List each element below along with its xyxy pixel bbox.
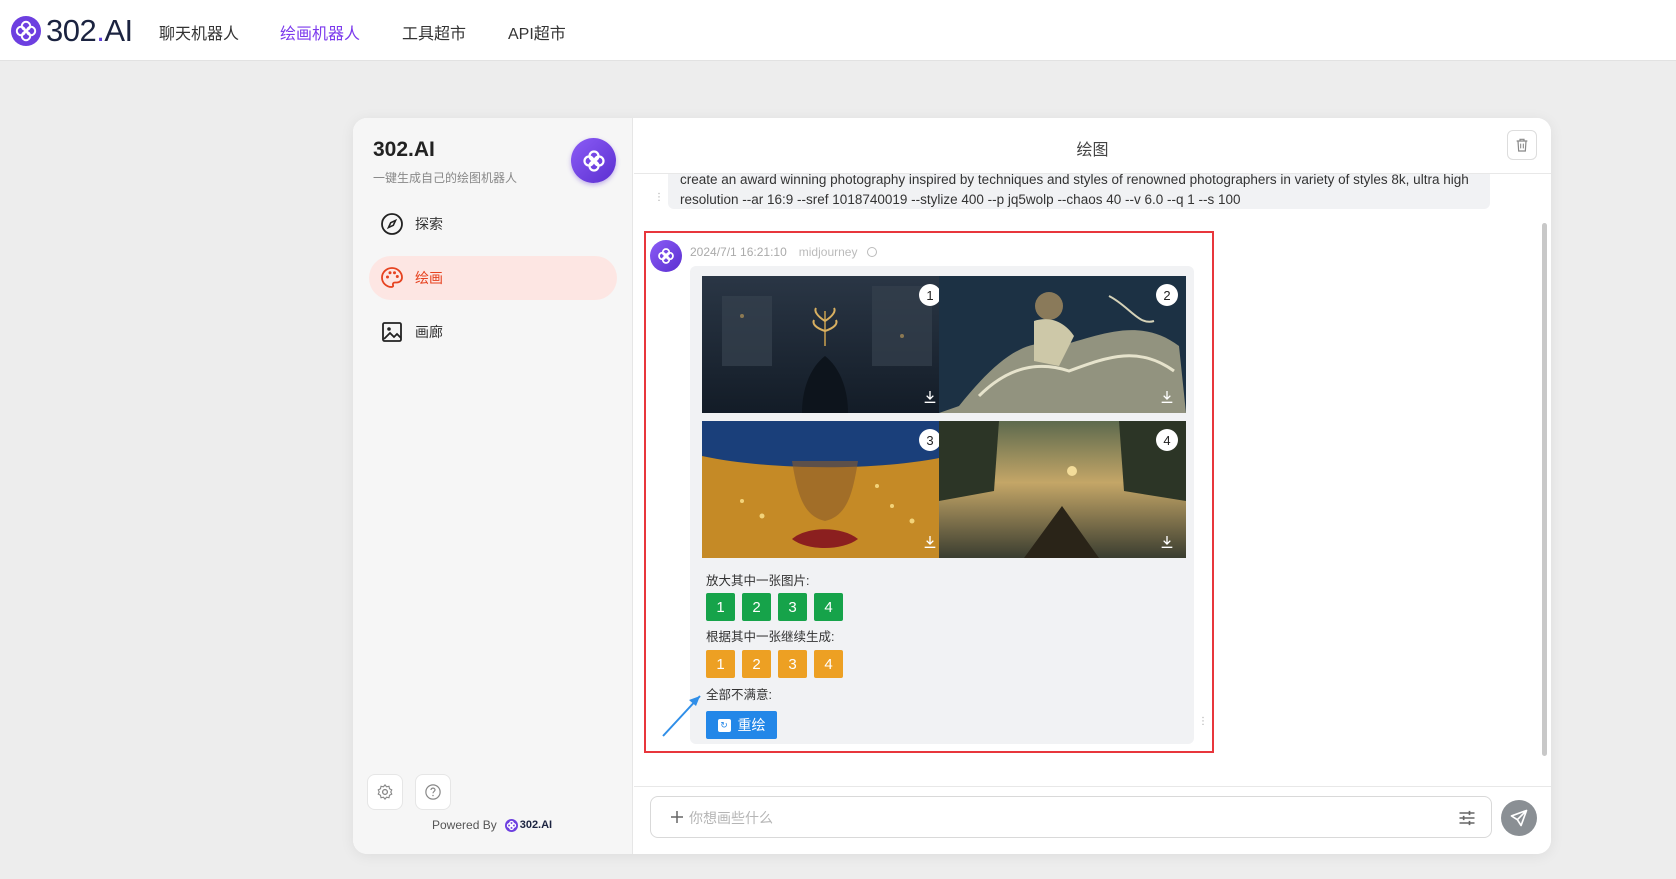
clear-button[interactable] xyxy=(1507,130,1537,160)
page-title: 绘图 xyxy=(1076,142,1109,159)
sidebar-title: 302.AI xyxy=(373,138,435,161)
sidebar-item-label: 画廊 xyxy=(415,324,443,340)
brand-name: 302.AI xyxy=(46,13,133,48)
send-icon xyxy=(1510,809,1528,827)
question-icon xyxy=(425,784,441,800)
nav-link-chat-bot[interactable]: 聊天机器人 xyxy=(159,20,239,44)
compass-icon xyxy=(379,211,405,237)
sidebar-subtitle: 一键生成自己的绘图机器人 xyxy=(373,171,518,185)
gear-icon xyxy=(377,783,393,801)
sidebar-item-explore[interactable]: 探索 xyxy=(369,202,617,246)
sidebar-item-label: 绘画 xyxy=(415,270,443,286)
scrollbar[interactable] xyxy=(1542,223,1547,756)
powered-brand-name: 302.AI xyxy=(519,819,553,831)
palette-icon xyxy=(379,265,405,291)
send-button[interactable] xyxy=(1501,800,1537,836)
app-panel: 302.AI 一键生成自己的绘图机器人 探索 绘画 画廊 Powered By … xyxy=(353,118,1551,854)
flower-logo-icon xyxy=(504,818,518,832)
nav-link-drawing-bot[interactable]: 绘画机器人 xyxy=(280,20,360,44)
bot-avatar xyxy=(571,138,616,183)
nav-link-tool-market[interactable]: 工具超市 xyxy=(402,20,466,44)
plus-icon[interactable] xyxy=(666,806,688,828)
composer xyxy=(634,786,1551,854)
brand-logo[interactable]: 302.AI xyxy=(11,13,133,49)
help-button[interactable] xyxy=(415,774,451,810)
trash-icon xyxy=(1516,138,1528,152)
prompt-input-box xyxy=(650,796,1492,838)
powered-brand-link[interactable]: 302.AI xyxy=(504,818,553,832)
annotation-arrow xyxy=(662,695,701,737)
powered-by-label: Powered By xyxy=(432,818,497,832)
settings-button[interactable] xyxy=(367,774,403,810)
main-header: 绘图 xyxy=(634,118,1551,174)
sidebar: 302.AI 一键生成自己的绘图机器人 探索 绘画 画廊 Powered By … xyxy=(353,118,633,854)
image-icon xyxy=(379,319,405,345)
nav-link-api-market[interactable]: API超市 xyxy=(508,20,566,44)
sidebar-item-gallery[interactable]: 画廊 xyxy=(369,310,617,354)
prompt-input[interactable] xyxy=(689,807,1409,829)
top-navbar: 302.AI 聊天机器人 绘画机器人 工具超市 API超市 xyxy=(0,0,1676,61)
flower-logo-icon xyxy=(582,149,605,172)
more-icon[interactable]: ⋮ xyxy=(654,193,664,203)
powered-by: Powered By 302.AI xyxy=(432,818,552,832)
sidebar-item-label: 探索 xyxy=(415,216,443,232)
sidebar-item-draw[interactable]: 绘画 xyxy=(369,256,617,300)
annotation-highlight-box xyxy=(644,231,1214,753)
settings-sliders-icon[interactable] xyxy=(1455,806,1479,830)
drawing-main: create an award winning photography insp… xyxy=(634,118,1551,854)
flower-logo-icon xyxy=(11,16,41,46)
